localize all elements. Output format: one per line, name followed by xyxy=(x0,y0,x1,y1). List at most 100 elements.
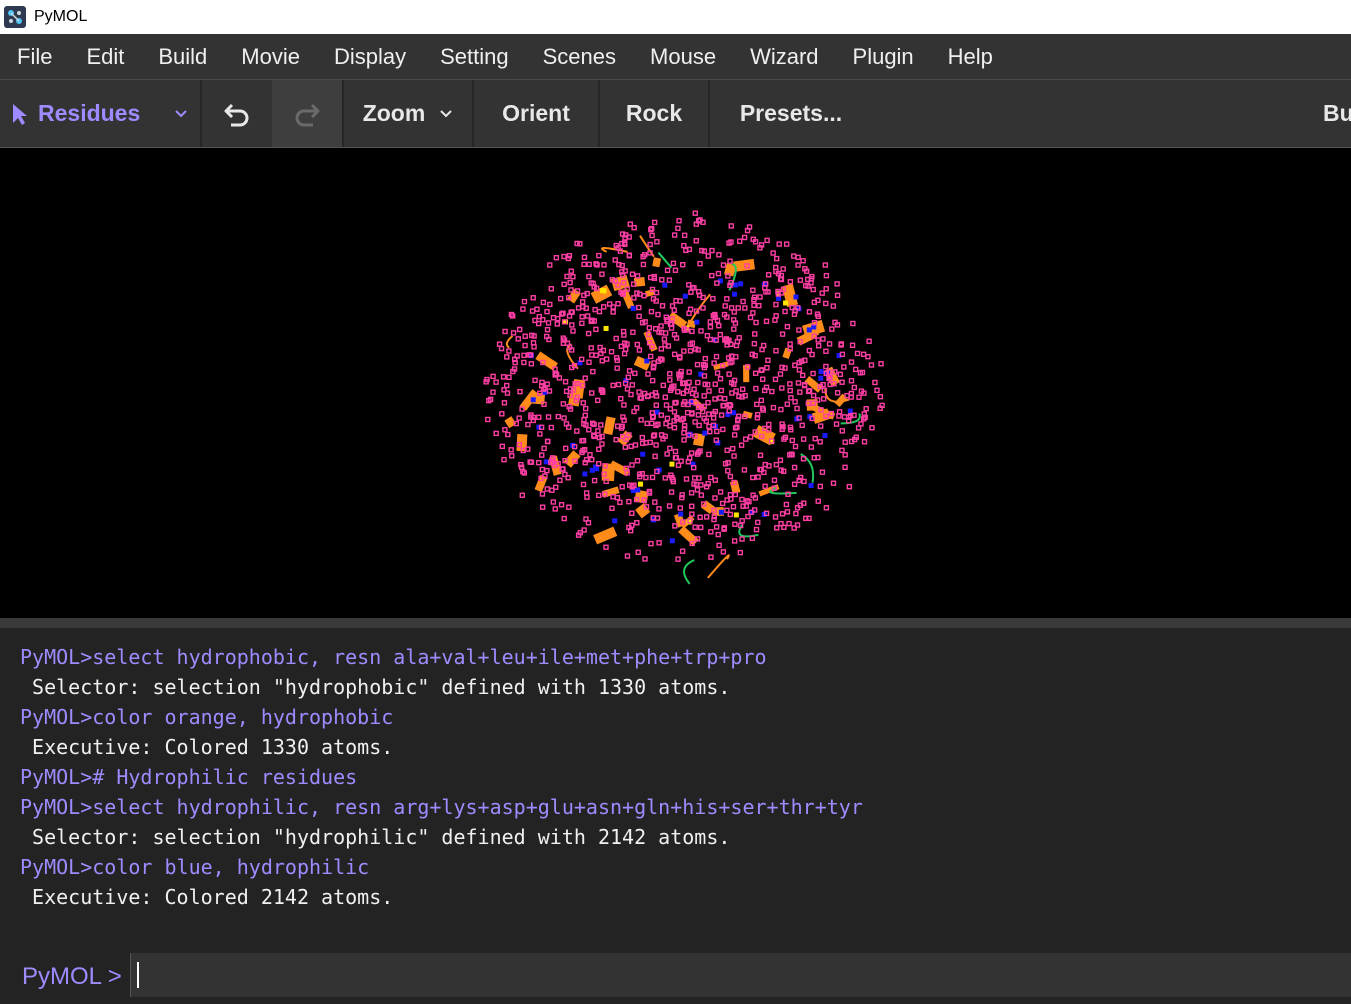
atom-box xyxy=(842,464,848,471)
atom-box xyxy=(648,308,655,315)
presets-button[interactable]: Presets... xyxy=(710,80,872,147)
atom-box xyxy=(626,524,632,531)
atom-box xyxy=(662,394,669,400)
molecular-viewport[interactable] xyxy=(0,148,1351,618)
atom-box xyxy=(819,290,825,296)
console-output: PyMOL>select hydrophobic, resn ala+val+l… xyxy=(0,628,1351,950)
toolbar: Residues Zoom Orient Rock Presets... Bu xyxy=(0,80,1351,148)
atom-box xyxy=(667,371,673,377)
atom-box xyxy=(626,252,633,258)
atom-box xyxy=(506,374,512,380)
atom-box xyxy=(660,382,666,389)
atom-box xyxy=(865,354,871,360)
selection-mode-dropdown[interactable]: Residues xyxy=(0,80,200,147)
atom-box xyxy=(629,382,636,388)
menu-file[interactable]: File xyxy=(0,34,69,79)
builder-label: Bu xyxy=(1323,100,1351,126)
atom-box xyxy=(706,451,712,458)
atom-box xyxy=(558,502,565,508)
atom-box xyxy=(624,386,631,392)
atom-box xyxy=(566,424,572,430)
atom-box xyxy=(634,273,641,279)
atom-box xyxy=(554,321,560,327)
atom-box xyxy=(671,409,678,415)
atom-box xyxy=(614,365,620,371)
atom-box xyxy=(616,261,622,268)
builder-button[interactable]: Bu xyxy=(1323,80,1351,147)
menu-scenes[interactable]: Scenes xyxy=(526,34,633,79)
menu-edit[interactable]: Edit xyxy=(69,34,141,79)
atom-box xyxy=(599,358,605,364)
menu-mouse[interactable]: Mouse xyxy=(633,34,733,79)
rock-button[interactable]: Rock xyxy=(600,80,708,147)
menu-display[interactable]: Display xyxy=(317,34,423,79)
atom-box xyxy=(621,417,627,423)
atom-box xyxy=(708,554,714,560)
undo-button[interactable] xyxy=(202,80,272,147)
atom-box xyxy=(823,300,829,307)
atom-box xyxy=(599,441,605,447)
atom-box xyxy=(595,397,601,404)
atom-box xyxy=(603,544,609,550)
menu-setting[interactable]: Setting xyxy=(423,34,526,79)
atom-box xyxy=(590,368,596,375)
atom-box xyxy=(712,381,718,387)
console-line: PyMOL># Hydrophilic residues xyxy=(20,765,358,789)
menu-plugin[interactable]: Plugin xyxy=(836,34,931,79)
atom-box xyxy=(645,371,651,377)
atom-box xyxy=(762,285,768,291)
atom-box xyxy=(620,328,627,335)
atom-box xyxy=(566,504,572,510)
console-line: PyMOL>color orange, hydrophobic xyxy=(20,705,394,729)
atom-box xyxy=(695,218,702,224)
atom-box xyxy=(770,250,776,256)
atom-box xyxy=(540,299,547,306)
atom-box xyxy=(583,405,589,412)
atom-box xyxy=(848,359,855,365)
orient-button[interactable]: Orient xyxy=(474,80,598,147)
menu-wizard[interactable]: Wizard xyxy=(733,34,835,79)
atom-box xyxy=(490,373,496,380)
menu-build[interactable]: Build xyxy=(141,34,224,79)
panel-splitter[interactable] xyxy=(0,618,1351,628)
menu-movie[interactable]: Movie xyxy=(224,34,317,79)
atom-box xyxy=(722,395,728,402)
atom-box xyxy=(509,453,515,459)
atom-box xyxy=(621,402,627,408)
atom-box xyxy=(698,328,704,334)
atom-box xyxy=(796,327,802,333)
atom-box xyxy=(521,352,527,359)
atom-box xyxy=(823,505,830,511)
atom-box xyxy=(733,342,740,349)
atom-box xyxy=(752,370,759,376)
atom-box xyxy=(490,389,496,395)
atom-box xyxy=(658,412,664,418)
redo-button[interactable] xyxy=(272,80,342,147)
atom-box xyxy=(712,477,718,483)
atom-box xyxy=(634,520,640,526)
atom-box xyxy=(591,432,597,438)
command-input[interactable] xyxy=(130,953,1351,997)
atom-box xyxy=(582,459,588,466)
atom-box xyxy=(851,384,858,391)
atom-box xyxy=(662,330,669,336)
orient-label: Orient xyxy=(502,100,570,126)
atom-box xyxy=(729,390,735,396)
zoom-dropdown[interactable]: Zoom xyxy=(344,80,472,147)
atom-box xyxy=(579,320,585,327)
atom-marker xyxy=(589,467,595,473)
text-caret xyxy=(137,962,139,988)
atom-box xyxy=(683,247,689,254)
atom-box xyxy=(513,420,519,427)
atom-box xyxy=(627,221,633,227)
atom-box xyxy=(534,306,540,312)
atom-box xyxy=(724,296,730,302)
atom-box xyxy=(672,455,679,461)
atom-box xyxy=(561,515,567,522)
atom-box xyxy=(583,305,589,311)
atom-box xyxy=(504,382,510,389)
atom-box xyxy=(720,262,727,268)
atom-box xyxy=(720,549,727,555)
menu-help[interactable]: Help xyxy=(931,34,1010,79)
atom-box xyxy=(544,467,550,474)
